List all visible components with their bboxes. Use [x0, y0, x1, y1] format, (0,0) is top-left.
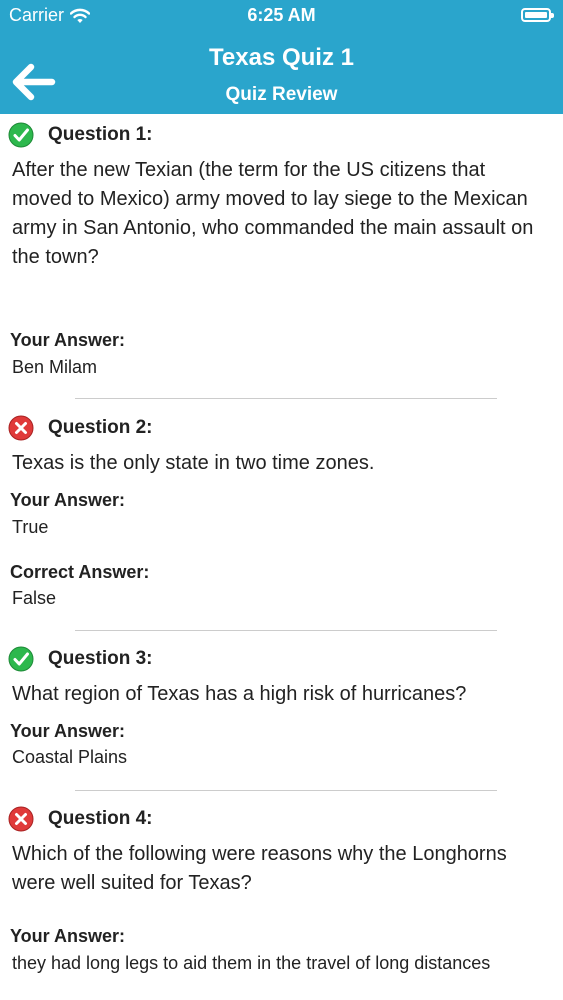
your-answer-label: Your Answer:: [10, 721, 126, 741]
your-answer-label: Your Answer:: [10, 330, 126, 350]
question-item: Question 3: What region of Texas has a h…: [0, 638, 563, 791]
question-text: Texas is the only state in two time zone…: [12, 452, 375, 474]
your-answer-value: True: [12, 517, 49, 537]
question-text: Which of the following were reasons why …: [12, 843, 507, 894]
quiz-review-list[interactable]: Question 1: After the new Texian (the te…: [0, 114, 563, 1000]
question-text: What region of Texas has a high risk of …: [12, 683, 467, 705]
status-bar: Carrier 6:25 AM: [0, 0, 563, 32]
correct-check-icon: [8, 646, 34, 672]
question-item: Question 4: Which of the following were …: [0, 798, 563, 1000]
your-answer-label: Your Answer:: [10, 926, 126, 946]
battery-icon: [521, 8, 554, 22]
divider: [75, 398, 497, 399]
incorrect-x-icon: [8, 415, 34, 441]
your-answer-value: Ben Milam: [12, 357, 98, 377]
your-answer-value: Coastal Plains: [12, 747, 128, 767]
question-header: Question 2:: [8, 415, 153, 441]
question-number: Question 1:: [48, 124, 153, 145]
page-subtitle: Quiz Review: [225, 84, 338, 105]
nav-header: Carrier 6:25 AM Texas Quiz 1 Quiz Review: [0, 0, 563, 114]
question-header: Question 4:: [8, 806, 153, 832]
page-title: Texas Quiz 1: [209, 44, 354, 71]
incorrect-x-icon: [8, 806, 34, 832]
question-number: Question 3:: [48, 648, 153, 669]
your-answer-label: Your Answer:: [10, 490, 126, 510]
your-answer-value: they had long legs to aid them in the tr…: [12, 953, 491, 973]
question-header: Question 3:: [8, 646, 153, 672]
question-item: Question 2: Texas is the only state in t…: [0, 407, 563, 631]
divider: [75, 790, 497, 791]
question-number: Question 2:: [48, 417, 153, 438]
question-header: Question 1:: [8, 122, 153, 148]
status-time: 6:25 AM: [247, 5, 316, 25]
correct-check-icon: [8, 122, 34, 148]
correct-answer-value: False: [12, 588, 57, 608]
question-item: Question 1: After the new Texian (the te…: [0, 114, 563, 399]
correct-answer-label: Correct Answer:: [10, 562, 150, 582]
divider: [75, 630, 497, 631]
question-number: Question 4:: [48, 808, 153, 829]
question-text: After the new Texian (the term for the U…: [12, 159, 534, 268]
